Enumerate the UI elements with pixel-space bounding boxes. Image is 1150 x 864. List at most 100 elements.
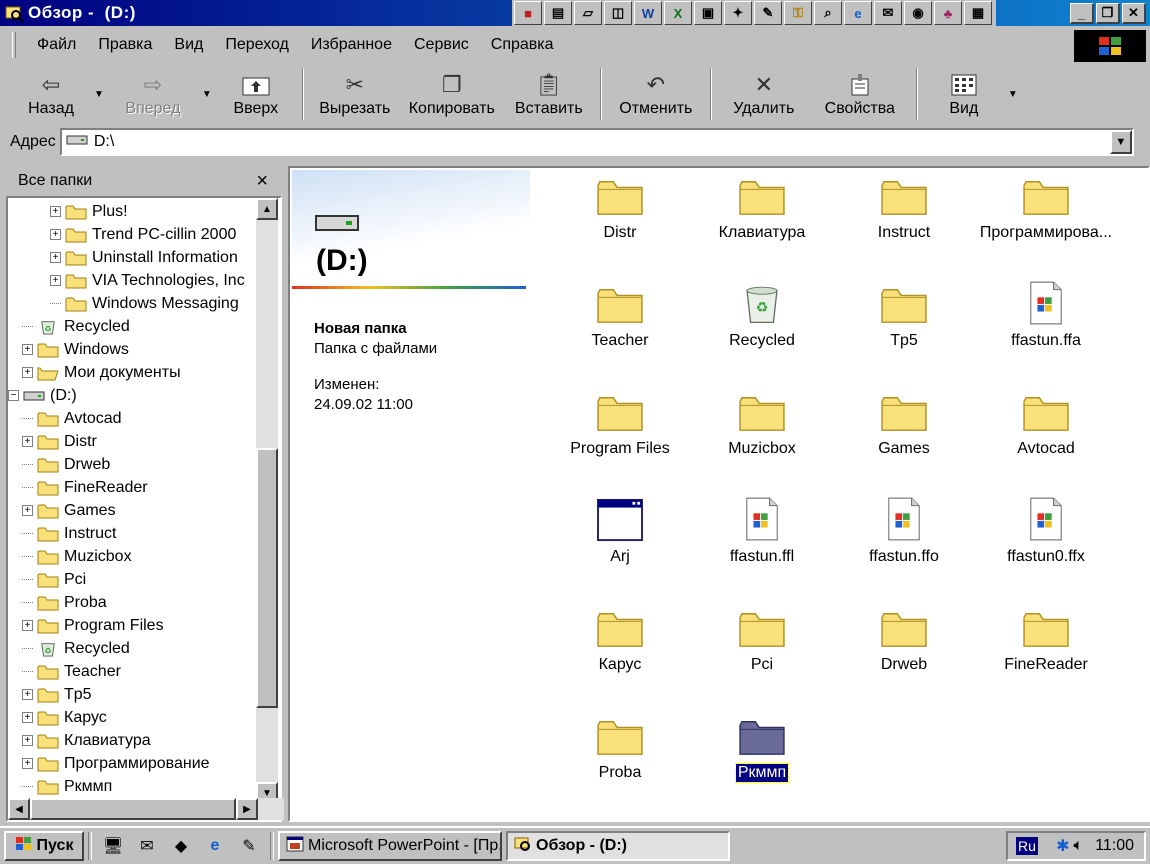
back-dropdown-icon[interactable]: ▼	[94, 89, 104, 100]
expand-icon[interactable]: +	[22, 758, 33, 769]
mail-icon[interactable]: ✉	[874, 1, 902, 25]
menu-tools[interactable]: Сервис	[403, 36, 480, 54]
close-panel-icon[interactable]: ×	[256, 170, 268, 193]
tree-item[interactable]: + Tp5	[22, 683, 92, 706]
network-tray-icon[interactable]: ✱	[1056, 836, 1069, 856]
tree-item[interactable]: + Program Files	[22, 614, 164, 637]
tree-item[interactable]: Windows Messaging	[50, 292, 239, 315]
folder-item[interactable]: Tp5	[834, 280, 974, 350]
tree-item[interactable]: − (D:)	[8, 384, 77, 407]
edit-icon[interactable]: ✎	[235, 832, 263, 860]
clock[interactable]: 11:00	[1095, 837, 1134, 855]
folder-item[interactable]: Ркммп	[692, 712, 832, 783]
notepad-icon[interactable]: ▤	[544, 1, 572, 25]
tree-item[interactable]: + Uninstall Information	[50, 246, 238, 269]
media-icon[interactable]: ▣	[694, 1, 722, 25]
screen-icon[interactable]: ▦	[964, 1, 992, 25]
folder-item[interactable]: Avtocad	[976, 388, 1116, 458]
tree-vertical-scrollbar[interactable]: ▲ ▼	[256, 198, 278, 804]
internet-explorer-icon[interactable]: e	[201, 832, 229, 860]
folder-item[interactable]: Games	[834, 388, 974, 458]
tree-item[interactable]: + Trend PC-cillin 2000	[50, 223, 236, 246]
expand-icon[interactable]: +	[22, 505, 33, 516]
expand-icon[interactable]: +	[50, 275, 61, 286]
forward-button[interactable]: ⇨ Вперед	[108, 64, 198, 124]
tree-item[interactable]: Proba	[22, 591, 107, 614]
tree-item[interactable]: Instruct	[22, 522, 116, 545]
expand-icon[interactable]: +	[50, 206, 61, 217]
file-item[interactable]: Arj	[550, 496, 690, 566]
scroll-left-button[interactable]: ◀	[8, 798, 30, 820]
menu-file[interactable]: Файл	[26, 36, 87, 54]
folder-item[interactable]: Drweb	[834, 604, 974, 674]
hscroll-thumb[interactable]	[30, 798, 236, 820]
back-button[interactable]: ⇦ Назад	[12, 64, 90, 124]
scroll-up-button[interactable]: ▲	[256, 198, 278, 220]
tree-item[interactable]: ♻ Recycled	[22, 637, 130, 660]
tree-item[interactable]: Pci	[22, 568, 86, 591]
undo-button[interactable]: ↶ Отменить	[608, 64, 704, 124]
tree-item[interactable]: Ркммп	[22, 775, 112, 798]
menu-view[interactable]: Вид	[163, 36, 214, 54]
tree-item[interactable]: + Мои документы	[22, 361, 181, 384]
cut-button[interactable]: ✂ Вырезать	[310, 64, 400, 124]
folder-item[interactable]: Instruct	[834, 172, 974, 242]
expand-icon[interactable]: +	[50, 252, 61, 263]
tree-item[interactable]: Teacher	[22, 660, 121, 683]
paint-icon[interactable]: ✎	[754, 1, 782, 25]
tree-item[interactable]: Muzicbox	[22, 545, 132, 568]
network-icon[interactable]: ◫	[604, 1, 632, 25]
up-button[interactable]: Вверх	[216, 64, 296, 124]
menu-favorites[interactable]: Избранное	[300, 36, 403, 54]
expand-icon[interactable]: +	[22, 620, 33, 631]
minimize-button[interactable]: _	[1070, 3, 1094, 24]
view-button[interactable]: Вид	[924, 64, 1004, 124]
scroll-right-button[interactable]: ▶	[236, 798, 258, 820]
close-button[interactable]: ✕	[1122, 3, 1146, 24]
language-indicator[interactable]: Ru	[1016, 837, 1038, 855]
address-input[interactable]: D:\ ▼	[59, 128, 1134, 156]
tree-item[interactable]: + Windows	[22, 338, 129, 361]
restore-button[interactable]: ❐	[1096, 3, 1120, 24]
excel-icon[interactable]: X	[664, 1, 692, 25]
view-dropdown-icon[interactable]: ▼	[1008, 89, 1018, 100]
copy-button[interactable]: ❐ Копировать	[400, 64, 504, 124]
tree-item[interactable]: + VIA Technologies, Inc	[50, 269, 245, 292]
key-icon[interactable]: ⚿	[784, 1, 812, 25]
game-icon[interactable]: ♣	[934, 1, 962, 25]
volume-icon[interactable]: 🔈︎	[1074, 837, 1084, 855]
file-item[interactable]: ffastun.ffa	[976, 280, 1116, 350]
address-dropdown-button[interactable]: ▼	[1109, 130, 1132, 154]
outlook-icon[interactable]: ✉	[133, 832, 161, 860]
properties-button[interactable]: Свойства	[810, 64, 910, 124]
expand-icon[interactable]: +	[22, 689, 33, 700]
scroll-thumb[interactable]	[256, 448, 278, 708]
expand-icon[interactable]: +	[22, 367, 33, 378]
tree-item[interactable]: + Plus!	[50, 200, 128, 223]
menu-go[interactable]: Переход	[214, 36, 300, 54]
tool-icon[interactable]: ✦	[724, 1, 752, 25]
tree-item[interactable]: + Карус	[22, 706, 107, 729]
forward-dropdown-icon[interactable]: ▼	[202, 89, 212, 100]
flag-icon[interactable]: ■	[514, 1, 542, 25]
tree-item[interactable]: FineReader	[22, 476, 148, 499]
folder-item[interactable]: Карус	[550, 604, 690, 674]
menu-help[interactable]: Справка	[480, 36, 565, 54]
menu-edit[interactable]: Правка	[87, 36, 163, 54]
folder-item[interactable]: Pci	[692, 604, 832, 674]
menu-grip[interactable]	[12, 32, 16, 58]
channels-icon[interactable]: ◆	[167, 832, 195, 860]
file-item[interactable]: ffastun0.ffx	[976, 496, 1116, 566]
delete-button[interactable]: ✕ Удалить	[718, 64, 810, 124]
folder-item[interactable]: FineReader	[976, 604, 1116, 674]
show-desktop-icon[interactable]: 🖥︎	[99, 832, 127, 860]
ie-icon[interactable]: e	[844, 1, 872, 25]
expand-icon[interactable]: +	[22, 735, 33, 746]
folder-item[interactable]: Distr	[550, 172, 690, 242]
folder-item[interactable]: Клавиатура	[692, 172, 832, 242]
paste-button[interactable]: 📋︎ Вставить	[504, 64, 594, 124]
search-icon[interactable]: ⌕	[814, 1, 842, 25]
task-explorer[interactable]: Обзор - (D:)	[506, 831, 730, 861]
tree-item[interactable]: Avtocad	[22, 407, 122, 430]
folder-item[interactable]: Программирова...	[976, 172, 1116, 242]
